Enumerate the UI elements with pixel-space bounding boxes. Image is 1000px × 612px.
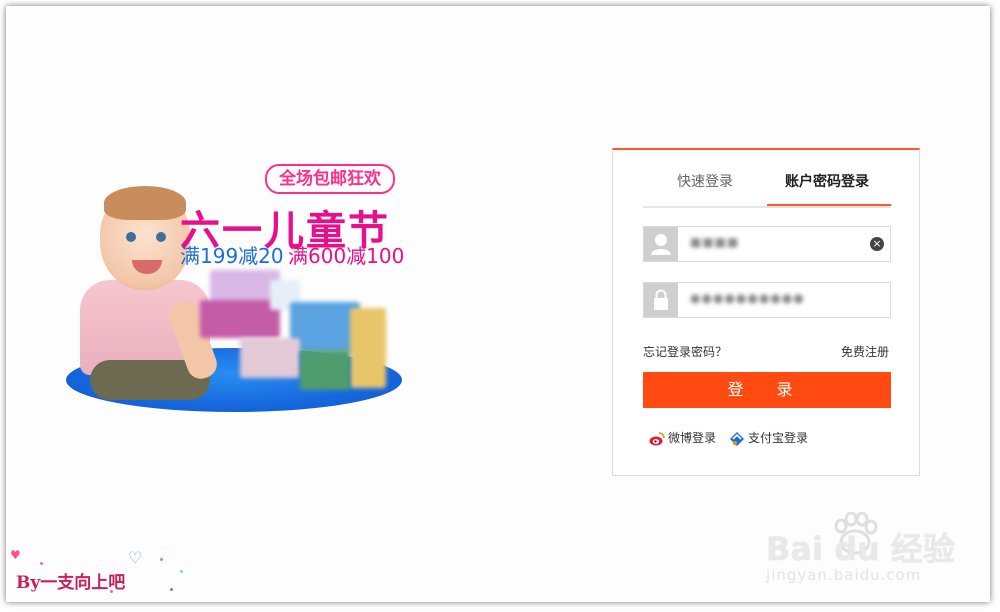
baidu-url-text: jingyan.baidu.com <box>766 566 922 584</box>
login-button[interactable]: 登 录 <box>643 372 891 408</box>
password-value: ●●●●●●●●●● <box>690 291 805 305</box>
heart-icon: ♥ <box>10 548 21 562</box>
tab-account-login[interactable]: 账户密码登录 <box>785 172 869 192</box>
weibo-login-label: 微博登录 <box>668 431 717 445</box>
password-field[interactable]: ●●●●●●●●●● <box>643 282 891 318</box>
signature-text: By一支向上吧 <box>16 573 126 593</box>
forgot-password-link[interactable]: 忘记登录密码？ <box>643 343 727 360</box>
login-panel: 快速登录 账户密码登录 ■■■■ × ●●●●●●●●●● 忘记登录密码？ 免费… <box>612 148 920 476</box>
promo-badge-text: 全场包邮狂欢 <box>279 169 381 189</box>
alipay-icon <box>729 431 745 447</box>
promo-banner[interactable]: 全场包邮狂欢 六一儿童节 满199减20 满600减100 <box>60 160 420 430</box>
baidu-logo-text: Bai du 经验 <box>766 530 955 568</box>
user-icon <box>644 227 678 261</box>
tab-quick-login[interactable]: 快速登录 <box>677 172 733 192</box>
clear-icon[interactable]: × <box>870 237 884 251</box>
author-signature-watermark: ♡ ♥ By一支向上吧 <box>10 548 190 596</box>
product-images-blurred <box>200 260 390 400</box>
weibo-login-link[interactable]: 微博登录 <box>649 430 716 446</box>
username-field[interactable]: ■■■■ × <box>643 226 891 262</box>
promo-badge: 全场包邮狂欢 <box>265 164 395 194</box>
heart-icon: ♡ <box>128 548 143 567</box>
alipay-login-link[interactable]: 支付宝登录 <box>729 430 808 446</box>
promo-deal-1: 满199减20 <box>180 244 284 268</box>
lock-icon <box>644 283 678 317</box>
alipay-login-label: 支付宝登录 <box>748 431 809 445</box>
register-link[interactable]: 免费注册 <box>841 343 889 360</box>
login-tabs: 快速登录 账户密码登录 <box>643 168 891 208</box>
username-value: ■■■■ <box>690 235 740 249</box>
weibo-icon <box>649 431 665 447</box>
active-tab-indicator <box>767 204 891 206</box>
baidu-jingyan-watermark: Bai du 经验 jingyan.baidu.com <box>766 512 956 588</box>
promo-deal-2: 满600减100 <box>288 244 405 268</box>
